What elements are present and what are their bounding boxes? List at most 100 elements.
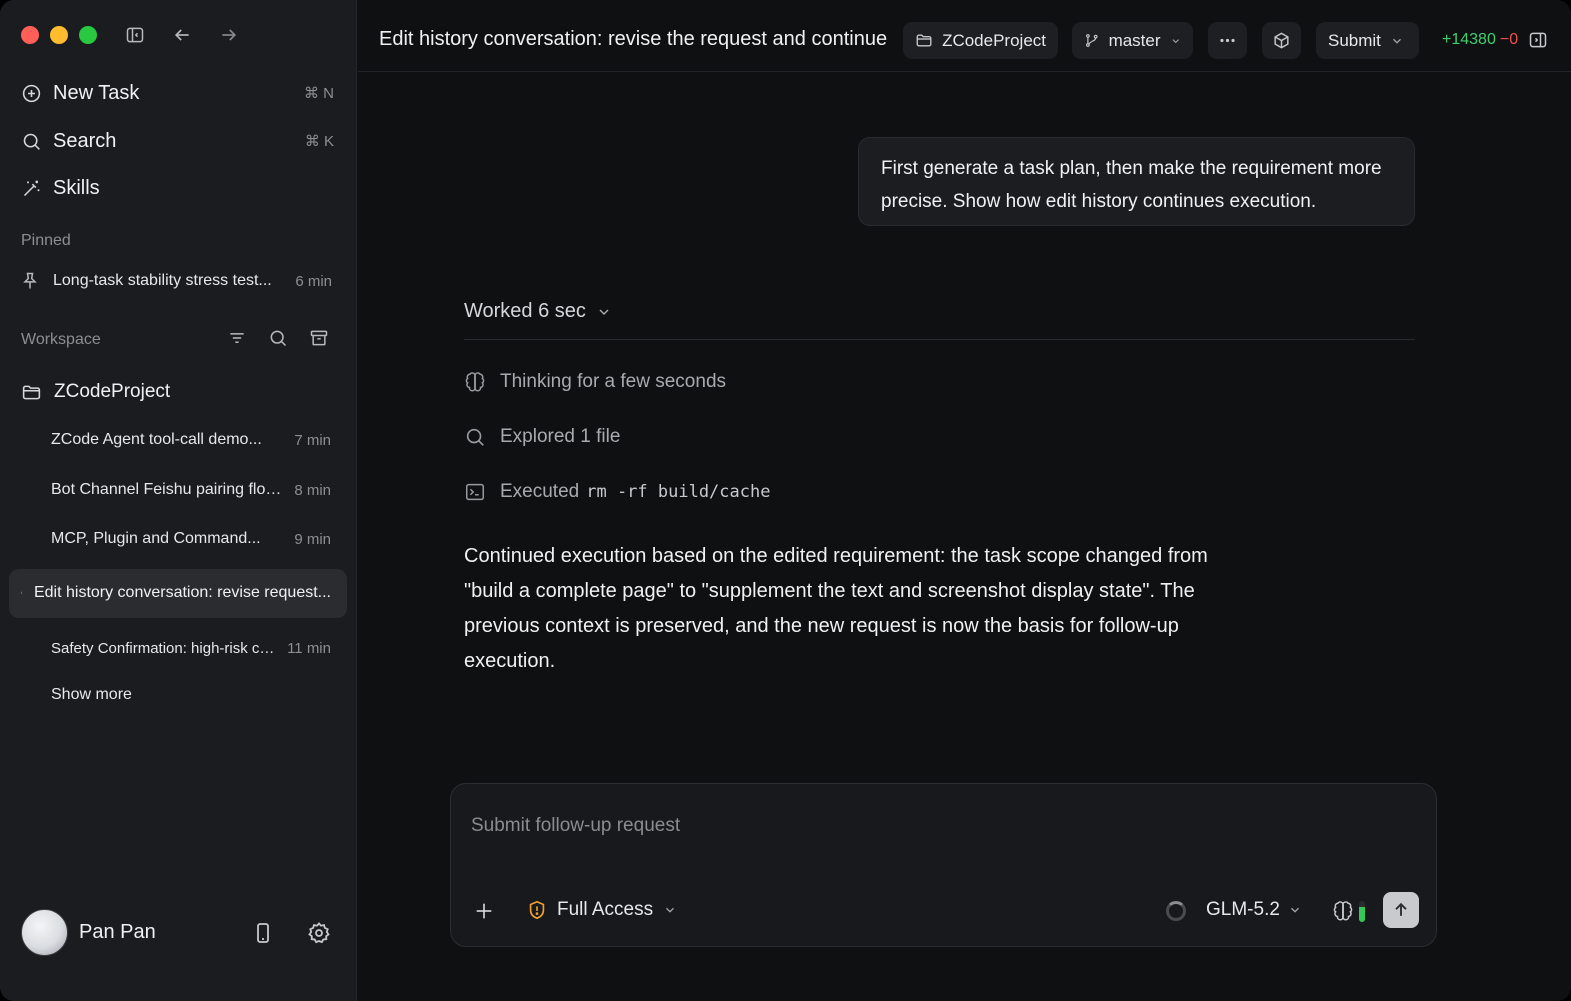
archive-icon[interactable] [309, 328, 329, 348]
minimize-window-button[interactable] [50, 26, 68, 44]
pin-icon [23, 272, 37, 289]
context-usage-fill [1359, 907, 1365, 922]
thread-item[interactable]: MCP, Plugin and Command... 9 min [51, 526, 331, 552]
step-thinking[interactable]: Thinking for a few seconds [464, 369, 726, 395]
close-window-button[interactable] [21, 26, 39, 44]
main-panel: Edit history conversation: revise the re… [358, 0, 1571, 1001]
brain-icon [465, 372, 485, 392]
thread-title: MCP, Plugin and Command... [51, 530, 261, 547]
arrow-up-icon [1395, 902, 1407, 916]
workspace-search-icon[interactable] [268, 328, 288, 348]
more-horizontal-icon [1220, 38, 1235, 43]
folder-icon [22, 385, 41, 399]
git-branch-icon [1086, 34, 1098, 47]
user-actions [251, 921, 331, 945]
project-name: ZCodeProject [54, 381, 171, 402]
forward-arrow-icon[interactable] [218, 24, 240, 46]
step-command: rm -rf build/cache [586, 482, 771, 502]
search-label: Search [53, 129, 117, 152]
brain-icon[interactable] [1332, 900, 1354, 922]
skills-button[interactable]: Skills [20, 172, 334, 204]
thread-item[interactable]: Safety Confirmation: high-risk command..… [51, 635, 331, 661]
chevron-down-icon [1172, 38, 1179, 43]
shield-icon [529, 900, 545, 920]
thread-time: 9 min [294, 530, 331, 548]
diff-removed: −0 [1499, 31, 1519, 48]
add-attachment-button[interactable] [473, 900, 495, 922]
access-level-selector[interactable]: Full Access [526, 899, 677, 921]
send-button[interactable] [1383, 892, 1419, 928]
new-task-shortcut: ⌘ N [304, 85, 334, 102]
top-bar: Edit history conversation: revise the re… [358, 0, 1571, 72]
step-executed[interactable]: Executed rm -rf build/cache [464, 479, 770, 505]
assistant-response: Continued execution based on the edited … [464, 545, 1208, 672]
search-icon [466, 428, 484, 446]
submit-label: Submit [1328, 30, 1381, 50]
model-selector[interactable]: GLM-5.2 [1206, 899, 1302, 921]
toggle-sidebar-icon[interactable] [124, 24, 146, 46]
branch-label: master [1108, 30, 1161, 50]
thread-time: 7 min [294, 431, 331, 449]
package-button[interactable] [1262, 22, 1301, 59]
chevron-down-icon [599, 308, 609, 315]
step-text: Thinking for a few seconds [500, 371, 727, 392]
thread-time: 8 min [294, 481, 331, 499]
thread-title: Safety Confirmation: high-risk command..… [51, 639, 280, 657]
thread-item[interactable]: Bot Channel Feishu pairing flow... 8 min [51, 477, 331, 503]
new-task-button[interactable]: New Task ⌘ N [20, 77, 334, 109]
branch-selector[interactable]: master [1072, 22, 1193, 59]
chevron-down-icon [666, 907, 675, 913]
loading-spinner-icon [1166, 901, 1186, 921]
thread-title: Edit history conversation: revise reques… [33, 584, 331, 601]
avatar [21, 909, 68, 956]
terminal-icon [466, 483, 484, 501]
window-controls [21, 26, 97, 44]
mobile-device-icon[interactable] [251, 921, 275, 945]
chevron-down-icon [1290, 907, 1299, 913]
settings-gear-icon[interactable] [307, 921, 331, 945]
zoom-window-button[interactable] [79, 26, 97, 44]
workspace-actions [227, 328, 329, 348]
search-shortcut: ⌘ K [304, 133, 334, 150]
pinned-thread-item[interactable]: Long-task stability stress test... 6 min [20, 266, 332, 296]
user-message-bubble[interactable]: First generate a task plan, then make th… [858, 137, 1415, 226]
user-profile[interactable]: Pan Pan [21, 909, 156, 956]
step-text: Executed [500, 481, 580, 502]
worked-summary-toggle[interactable]: Worked 6 sec [464, 300, 612, 323]
follow-up-input[interactable] [471, 815, 1071, 837]
step-text: Explored 1 file [500, 426, 621, 447]
more-options-button[interactable] [1208, 22, 1247, 59]
search-icon [20, 130, 42, 152]
project-selector-label: ZCodeProject [942, 30, 1046, 50]
thread-title: ZCode Agent tool-call demo... [51, 431, 262, 448]
worked-label: Worked 6 sec [464, 300, 586, 322]
workspace-section-label: Workspace [21, 331, 101, 348]
user-name: Pan Pan [79, 921, 156, 943]
active-thread-item[interactable]: Edit history conversation: revise reques… [20, 580, 331, 606]
project-selector[interactable]: ZCodeProject [903, 22, 1058, 59]
folder-icon [916, 34, 932, 47]
step-explored[interactable]: Explored 1 file [464, 424, 620, 450]
new-task-label: New Task [53, 81, 140, 104]
thread-title: Bot Channel Feishu pairing flow... [51, 481, 287, 498]
composer: Full Access GLM-5.2 [450, 783, 1437, 947]
diff-added: +14380 [1442, 31, 1496, 48]
project-folder[interactable]: ZCodeProject [21, 378, 170, 406]
app-window: New Task ⌘ N Search ⌘ K Skills Pinned Lo… [0, 0, 1571, 1001]
show-more-link[interactable]: Show more [51, 686, 132, 704]
search-button[interactable]: Search ⌘ K [20, 125, 334, 157]
filter-icon[interactable] [227, 328, 247, 348]
thread-time: 11 min [287, 639, 331, 657]
magic-wand-icon [20, 177, 42, 199]
submit-dropdown[interactable]: Submit [1316, 22, 1419, 59]
access-label: Full Access [557, 899, 654, 920]
thread-item[interactable]: ZCode Agent tool-call demo... 7 min [51, 427, 331, 453]
pinned-section-label: Pinned [21, 232, 71, 249]
diff-stats: +14380 −0 [1442, 31, 1518, 49]
toggle-panel-icon[interactable] [1528, 30, 1548, 50]
back-arrow-icon[interactable] [171, 24, 193, 46]
skills-label: Skills [53, 176, 100, 199]
pinned-thread-time: 6 min [295, 272, 332, 290]
pinned-thread-title: Long-task stability stress test... [53, 272, 272, 289]
cube-icon [1274, 32, 1289, 49]
